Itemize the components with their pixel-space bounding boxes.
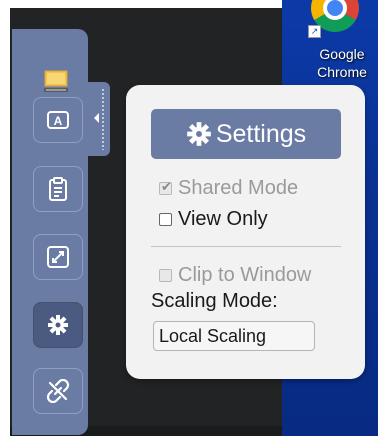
chrome-shortcut-label[interactable]: Google Chrome — [300, 45, 384, 81]
clipboard-icon — [49, 177, 67, 201]
settings-header: Settings — [151, 109, 341, 159]
collapse-arrow-icon — [94, 113, 99, 123]
settings-button[interactable] — [33, 302, 83, 348]
check-icon: ✔ — [161, 179, 172, 194]
divider — [151, 246, 341, 247]
gear-icon — [48, 315, 68, 335]
view-only-checkbox[interactable]: View Only — [159, 208, 268, 231]
drag-grip-icon — [101, 88, 105, 150]
settings-title: Settings — [215, 119, 307, 148]
disconnect-icon — [46, 379, 70, 403]
scaling-mode-select[interactable]: Local Scaling — [153, 321, 315, 351]
shortcut-arrow-icon: ↗ — [308, 25, 321, 38]
control-bar-handle[interactable] — [88, 82, 110, 156]
fullscreen-icon — [47, 246, 69, 268]
shared-mode-box[interactable]: ✔ — [159, 179, 172, 195]
keyboard-icon: A — [47, 111, 69, 129]
view-only-label: View Only — [178, 208, 268, 230]
svg-text:A: A — [54, 114, 63, 128]
computer-icon — [44, 70, 68, 92]
view-only-box[interactable] — [159, 213, 172, 226]
keyboard-button[interactable]: A — [33, 97, 83, 143]
shared-mode-label: Shared Mode — [178, 177, 299, 199]
settings-panel: Settings ✔ Shared Mode View Only Clip to… — [126, 85, 365, 379]
clip-to-window-box[interactable] — [159, 269, 172, 282]
control-bar: A — [12, 29, 88, 435]
fullscreen-button[interactable] — [33, 234, 83, 280]
gear-icon — [187, 122, 211, 146]
clip-to-window-label: Clip to Window — [178, 264, 312, 286]
clipboard-button[interactable] — [33, 166, 83, 212]
scaling-mode-label: Scaling Mode: — [151, 290, 278, 312]
disconnect-button[interactable] — [33, 368, 83, 414]
shared-mode-checkbox[interactable]: ✔ Shared Mode — [159, 177, 298, 200]
clip-to-window-checkbox[interactable]: Clip to Window — [159, 264, 311, 287]
